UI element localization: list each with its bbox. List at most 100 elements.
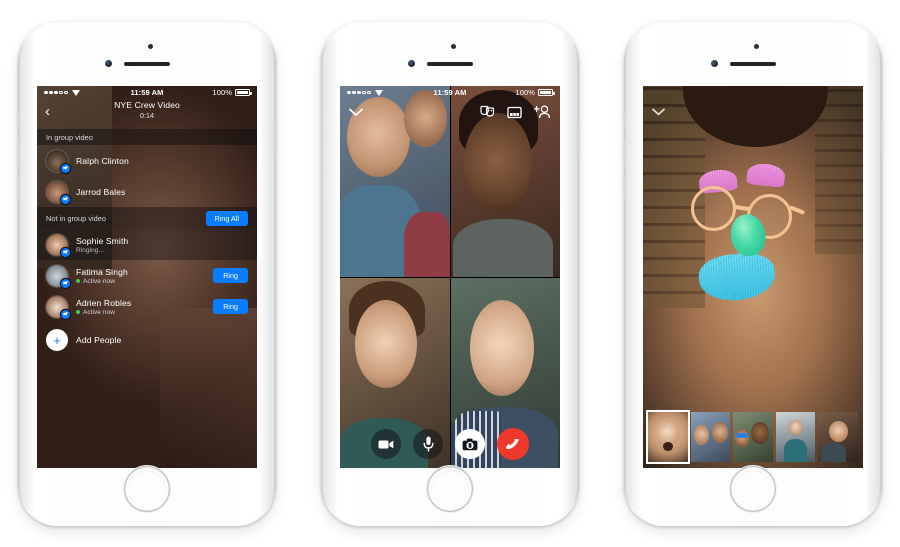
- filmstrip-thumb-3[interactable]: [733, 412, 773, 462]
- video-grid: [340, 86, 560, 468]
- contact-name: Fatima Singh: [76, 266, 128, 277]
- front-camera-2: [408, 60, 415, 67]
- filmstrip-thumb-5[interactable]: [818, 412, 858, 462]
- add-people-row[interactable]: + Add People: [37, 322, 257, 356]
- status-bar-left-2: [347, 89, 433, 96]
- ring-all-button[interactable]: Ring All: [205, 211, 248, 226]
- proximity-sensor-1: [148, 44, 153, 49]
- chevron-left-icon[interactable]: ‹: [45, 101, 50, 119]
- plus-icon: +: [46, 329, 68, 351]
- proximity-sensor-3: [754, 44, 759, 49]
- contact-status: Ringing...: [76, 247, 248, 254]
- call-controls: [340, 428, 560, 460]
- battery-icon: [538, 89, 555, 96]
- messenger-badge-icon: [61, 194, 70, 204]
- cyan-furry-mustache: [696, 250, 778, 304]
- battery-percent-1: 100%: [212, 88, 233, 97]
- volume-down-button-3[interactable]: [623, 174, 625, 200]
- grid-layout-icon[interactable]: [507, 106, 522, 119]
- filmstrip-thumb-2[interactable]: [690, 412, 731, 462]
- screenshot-stage: 11:59 AM 100% ‹ NYE Crew Video 0:14 In g…: [0, 0, 900, 547]
- iphone-device-2: 11:59 AM 100%: [320, 22, 580, 526]
- wifi-icon: [72, 89, 81, 96]
- video-camera-icon[interactable]: [371, 429, 401, 459]
- contact-name: Sophie Smith: [76, 235, 129, 246]
- messenger-badge-icon: [61, 247, 70, 257]
- active-status-dot-icon: [76, 279, 80, 283]
- silent-switch-1[interactable]: [17, 110, 19, 126]
- silent-switch-2[interactable]: [320, 110, 322, 126]
- status-bar-1: 11:59 AM 100%: [37, 86, 257, 99]
- roster-row-sophie[interactable]: Sophie Smith Ringing...: [37, 229, 257, 260]
- front-camera-3: [711, 60, 718, 67]
- avatar: [46, 264, 70, 288]
- filmstrip-thumb-1[interactable]: [648, 412, 688, 462]
- volume-up-button-3[interactable]: [623, 140, 625, 166]
- phone-screen-3: [643, 86, 863, 468]
- end-call-icon[interactable]: [497, 428, 529, 460]
- phone-screen-2: 11:59 AM 100%: [340, 86, 560, 468]
- active-status-dot-icon: [76, 310, 80, 314]
- section-label-not-in-group-video: Not in group video: [46, 214, 106, 223]
- contact-status-text: Active now: [83, 277, 115, 285]
- phone-screen-1: 11:59 AM 100% ‹ NYE Crew Video 0:14 In g…: [37, 86, 257, 468]
- roster-row-text: Jarrod Bales: [76, 187, 248, 197]
- chevron-down-icon[interactable]: [349, 108, 363, 117]
- roster-row-text: Add People: [76, 335, 248, 345]
- microphone-icon[interactable]: [413, 429, 443, 459]
- camera-flip-icon[interactable]: [455, 429, 485, 459]
- roster-row-text: Adrien Robles Active now: [76, 298, 205, 316]
- roster-row-text: Fatima Singh Active now: [76, 267, 205, 285]
- section-header-in-group-video: In group video: [37, 129, 257, 145]
- messenger-badge-icon: [61, 309, 70, 319]
- call-top-actions: [480, 105, 551, 119]
- volume-up-button-2[interactable]: [320, 140, 322, 166]
- ring-button[interactable]: Ring: [213, 299, 248, 314]
- proximity-sensor-2: [451, 44, 456, 49]
- filmstrip-thumb-4[interactable]: [775, 412, 816, 462]
- nav-bar-1: ‹ NYE Crew Video 0:14: [37, 99, 257, 129]
- home-button-2[interactable]: [427, 466, 473, 512]
- signal-dots-icon: [347, 90, 371, 95]
- participant-filmstrip: [643, 412, 863, 462]
- nav-title-group: NYE Crew Video 0:14: [37, 100, 257, 120]
- add-person-icon[interactable]: [534, 105, 551, 119]
- status-bar-2: 11:59 AM 100%: [340, 86, 560, 99]
- silent-switch-3[interactable]: [623, 110, 625, 126]
- roster-row-adrien[interactable]: Adrien Robles Active now Ring: [37, 291, 257, 322]
- home-button-1[interactable]: [124, 466, 170, 512]
- power-button-1[interactable]: [275, 122, 277, 156]
- status-bar-right-2: 100%: [467, 88, 555, 97]
- power-button-3[interactable]: [881, 122, 883, 156]
- glasses-lens-left: [691, 186, 736, 231]
- chevron-down-icon[interactable]: [652, 103, 665, 121]
- ring-button[interactable]: Ring: [213, 268, 248, 283]
- volume-up-button-1[interactable]: [17, 140, 19, 166]
- front-camera-1: [105, 60, 112, 67]
- earpiece-speaker-2: [427, 62, 473, 66]
- avatar: [46, 180, 70, 204]
- iphone-device-3: [623, 22, 883, 526]
- messenger-badge-icon: [61, 163, 70, 173]
- battery-icon: [235, 89, 252, 96]
- roster-row-ralph[interactable]: Ralph Clinton: [37, 145, 257, 176]
- contact-name: Jarrod Bales: [76, 186, 126, 197]
- masks-effects-icon[interactable]: [480, 105, 495, 119]
- roster-row-text: Sophie Smith Ringing...: [76, 236, 248, 254]
- signal-dots-icon: [44, 90, 68, 95]
- roster-row-fatima[interactable]: Fatima Singh Active now Ring: [37, 260, 257, 291]
- contact-name: Ralph Clinton: [76, 155, 129, 166]
- avatar: [46, 233, 70, 257]
- status-bar-left-1: [44, 89, 130, 96]
- wifi-icon: [375, 89, 384, 96]
- volume-down-button-2[interactable]: [320, 174, 322, 200]
- home-button-3[interactable]: [730, 466, 776, 512]
- iphone-device-1: 11:59 AM 100% ‹ NYE Crew Video 0:14 In g…: [17, 22, 277, 526]
- add-people-label: Add People: [76, 335, 122, 345]
- roster-overlay: 11:59 AM 100% ‹ NYE Crew Video 0:14 In g…: [37, 86, 257, 468]
- volume-down-button-1[interactable]: [17, 174, 19, 200]
- contact-status: Active now: [76, 309, 205, 316]
- roster-row-jarrod[interactable]: Jarrod Bales: [37, 176, 257, 207]
- contact-status: Active now: [76, 278, 205, 285]
- power-button-2[interactable]: [578, 122, 580, 156]
